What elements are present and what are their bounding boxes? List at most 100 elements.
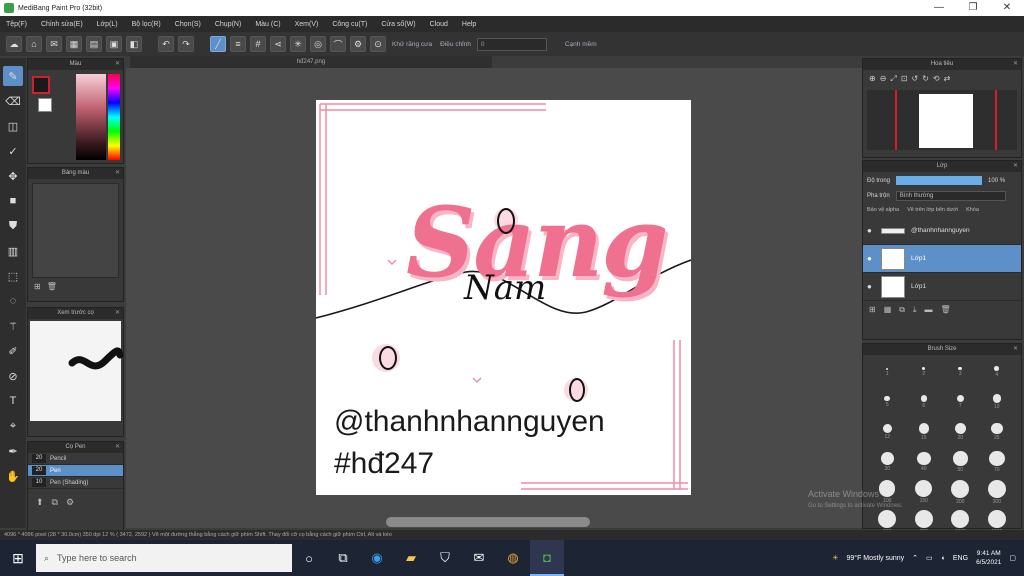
merge-layer-icon[interactable]: ⤓ (913, 305, 917, 315)
bucket-tool-icon[interactable]: ⛊ (3, 216, 23, 236)
clock[interactable]: 9:41 AM 6/5/2021 (976, 549, 1001, 567)
minimize-button[interactable]: — (922, 0, 956, 16)
delete-swatch-icon[interactable]: 🗑 (47, 282, 57, 291)
primary-color-swatch[interactable] (32, 76, 50, 94)
brush-size-option[interactable]: 5 (869, 389, 906, 415)
task-view-icon[interactable]: ⧉ (326, 540, 360, 576)
file-explorer-icon[interactable]: ▰ (394, 540, 428, 576)
zoom-out-icon[interactable]: ⊖ (880, 74, 887, 84)
menu-window[interactable]: Cửa sổ(W) (381, 21, 415, 28)
brush-size-option[interactable]: 15 (906, 419, 943, 445)
hand-tool-icon[interactable]: ✋ (3, 466, 23, 486)
delete-layer-icon[interactable]: 🗑 (941, 305, 951, 315)
fill-rect-icon[interactable]: ■ (3, 191, 23, 211)
reset-rotate-icon[interactable]: ⟲ (933, 74, 940, 84)
store-icon[interactable]: ⛉ (428, 540, 462, 576)
taskbar-search[interactable]: ⌕ Type here to search (36, 544, 292, 572)
cortana-icon[interactable]: ○ (292, 540, 326, 576)
brush-size-option[interactable]: 10 (979, 389, 1016, 415)
menu-help[interactable]: Help (462, 21, 476, 28)
undo-icon[interactable]: ↶ (158, 36, 174, 52)
brush-size-option[interactable]: 7 (942, 389, 979, 415)
snap-radial-icon[interactable]: ✳ (290, 36, 306, 52)
brush-size-option[interactable]: 6 (906, 389, 943, 415)
duplicate-layer-icon[interactable]: ⧉ (899, 305, 905, 315)
frame-icon[interactable]: ▣ (106, 36, 122, 52)
blend-select[interactable]: Bình thường (895, 191, 1006, 201)
text-tool-icon[interactable]: T (3, 391, 23, 411)
menu-color[interactable]: Màu (C) (255, 21, 280, 28)
move-tool-icon[interactable]: ✥ (3, 166, 23, 186)
brush-size-option[interactable]: 25 (979, 419, 1016, 445)
brush-size-option[interactable]: 20 (942, 419, 979, 445)
new-layer-icon[interactable]: ⊞ (869, 305, 876, 315)
horizontal-scrollbar[interactable] (386, 517, 590, 527)
brush-item[interactable]: 20 Pencil (28, 453, 123, 465)
medibang-icon[interactable]: ◘ (530, 540, 564, 576)
rotate-right-icon[interactable]: ↻ (922, 74, 929, 84)
snap-cross-icon[interactable]: # (250, 36, 266, 52)
eye-icon[interactable]: ● (867, 282, 875, 291)
panel-icon[interactable]: ▤ (86, 36, 102, 52)
clipping-checkbox[interactable]: Vẽ trên lớp bên dưới (907, 207, 958, 213)
snap-circle-icon[interactable]: ◎ (310, 36, 326, 52)
menu-filter[interactable]: Bộ lọc(R) (132, 21, 161, 28)
mail-icon[interactable]: ✉ (462, 540, 496, 576)
network-icon[interactable]: ▭ (926, 554, 933, 562)
brush-tool-icon[interactable]: ✎ (3, 66, 23, 86)
chevron-up-icon[interactable]: ⌃ (912, 554, 918, 562)
operation-tool-icon[interactable]: ⌖ (3, 416, 23, 436)
snap-off-icon[interactable]: ╱ (210, 36, 226, 52)
swatch-area[interactable] (32, 183, 119, 278)
adjust-select[interactable]: 0 (476, 37, 547, 51)
hue-slider[interactable] (108, 74, 120, 160)
eraser-tool-icon[interactable]: ⌫ (3, 91, 23, 111)
copy-brush-icon[interactable]: ⧉ (52, 497, 58, 508)
brush-size-option[interactable]: 2 (906, 359, 943, 385)
artboard[interactable]: Sang Nam @thanhnhannguyen #hđ247 (316, 100, 691, 495)
grid-icon[interactable]: ▦ (66, 36, 82, 52)
folder-icon[interactable]: ▬ (925, 305, 933, 315)
edge-icon[interactable]: ◉ (360, 540, 394, 576)
menu-edit[interactable]: Chỉnh sửa(E) (41, 21, 83, 28)
layer-item[interactable]: ● Lớp1 (863, 273, 1021, 301)
antialias-label[interactable]: Khử răng cưa (392, 41, 432, 48)
snap-parallel-icon[interactable]: ≡ (230, 36, 246, 52)
target-icon[interactable]: ⊙ (370, 36, 386, 52)
menu-tools[interactable]: Công cụ(T) (332, 21, 367, 28)
select-eraser-icon[interactable]: ⊘ (3, 366, 23, 386)
fit-icon[interactable]: ⤢ (890, 74, 896, 84)
eye-icon[interactable]: ● (867, 226, 875, 235)
brush-size-option[interactable]: 30 (869, 449, 906, 475)
soft-edge-label[interactable]: Cạnh mềm (565, 41, 597, 48)
alpha-protect-checkbox[interactable]: Bảo vệ alpha (867, 207, 899, 213)
home-icon[interactable]: ⌂ (26, 36, 42, 52)
maximize-button[interactable]: ❐ (956, 0, 990, 16)
weather-text[interactable]: 99°F Mostly sunny (847, 555, 905, 562)
notifications-icon[interactable]: ▢ (1009, 554, 1016, 562)
check-tool-icon[interactable]: ✓ (3, 141, 23, 161)
crop-icon[interactable]: ◧ (126, 36, 142, 52)
brush-size-option[interactable]: 12 (869, 419, 906, 445)
brush-size-option[interactable]: 4 (979, 359, 1016, 385)
add-brush-icon[interactable]: ⬆ (36, 497, 44, 508)
brush-size-option[interactable]: 50 (942, 449, 979, 475)
dot-tool-icon[interactable]: ◫ (3, 116, 23, 136)
lock-checkbox[interactable]: Khóa (966, 207, 979, 213)
magic-wand-icon[interactable]: ⚚ (3, 316, 23, 336)
opacity-slider[interactable] (896, 176, 983, 185)
rotate-left-icon[interactable]: ↺ (912, 74, 919, 84)
language-indicator[interactable]: ENG (953, 555, 968, 562)
zoom-in-icon[interactable]: ⊕ (869, 74, 876, 84)
brush-size-option[interactable]: 200 (942, 479, 979, 505)
brush-size-option[interactable]: 1 (869, 359, 906, 385)
brush-size-option[interactable]: 3 (942, 359, 979, 385)
brush-item[interactable]: 20 Pen (28, 465, 123, 477)
menu-file[interactable]: Tệp(F) (6, 21, 27, 28)
saturation-square[interactable] (76, 74, 106, 160)
snap-curve-icon[interactable]: ⌒ (330, 36, 346, 52)
gradient-tool-icon[interactable]: ▥ (3, 241, 23, 261)
chat-icon[interactable]: ✉ (46, 36, 62, 52)
add-swatch-icon[interactable]: ⊞ (34, 282, 41, 291)
layer-item[interactable]: ● Lớp1 (863, 245, 1021, 273)
